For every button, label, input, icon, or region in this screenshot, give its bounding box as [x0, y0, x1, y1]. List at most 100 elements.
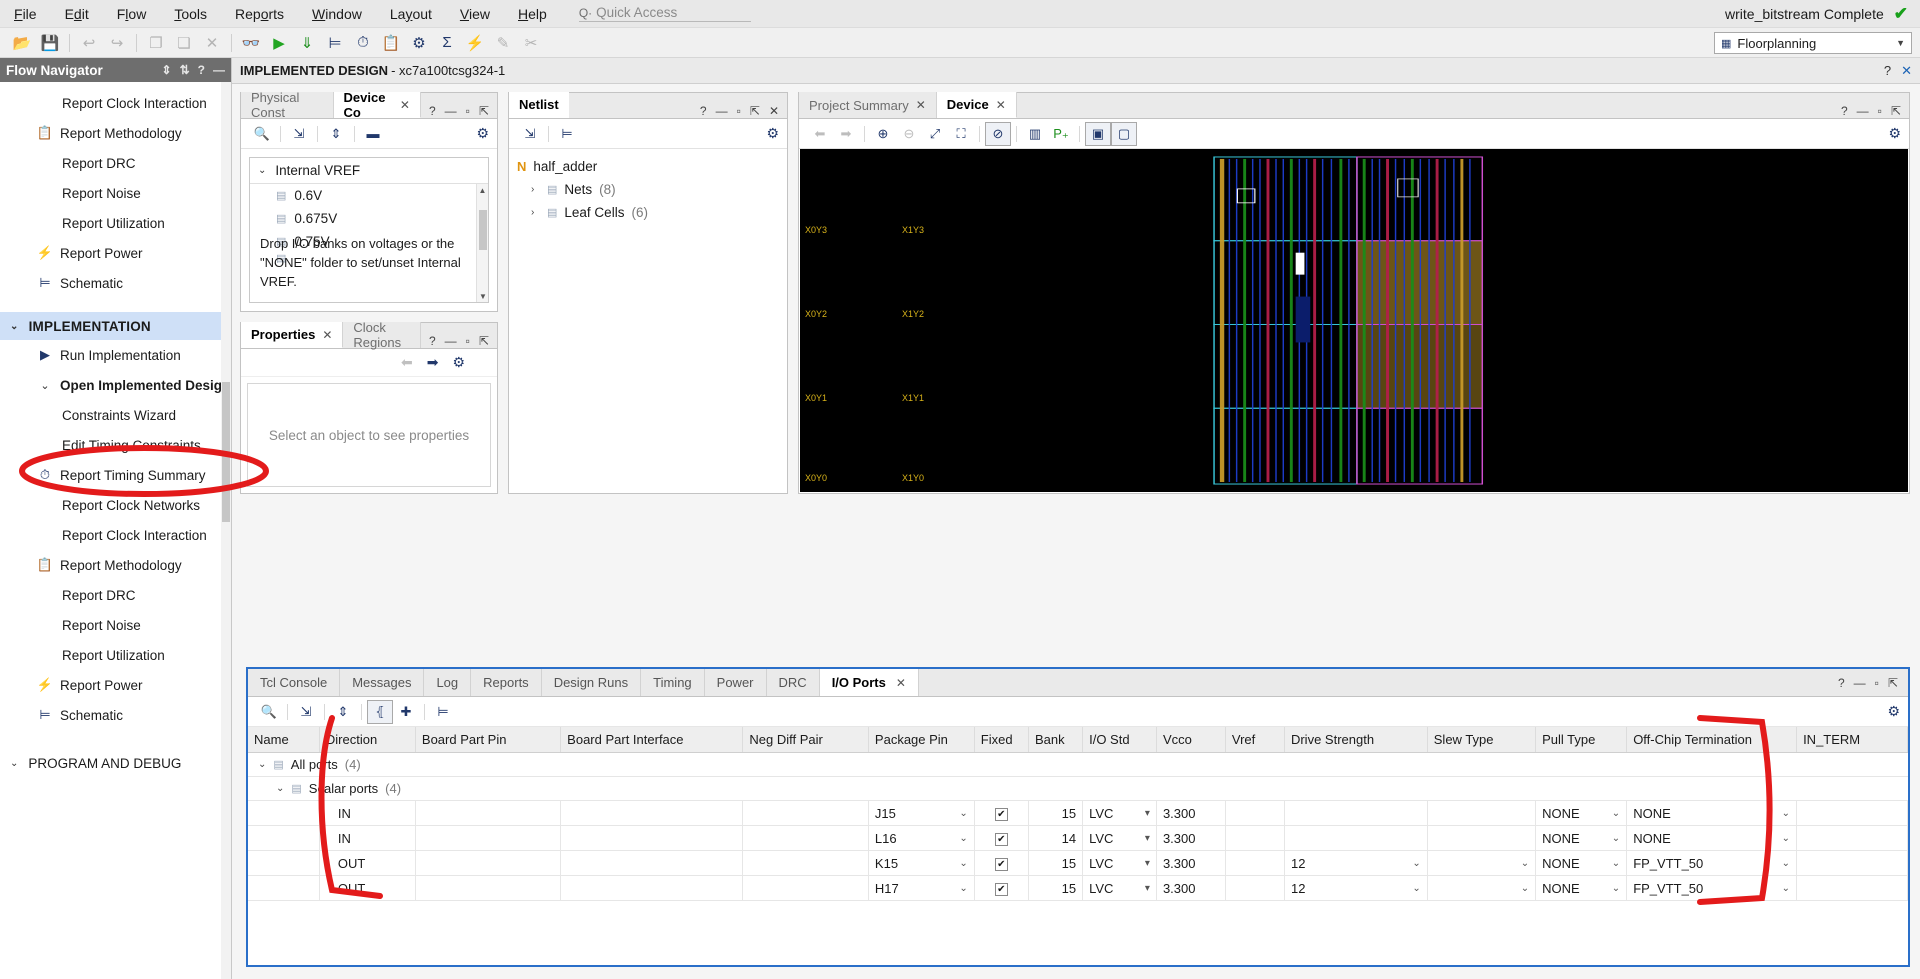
tab-io-ports[interactable]: I/O Ports ✕ — [819, 669, 919, 696]
cell-fixed[interactable]: ✔ — [974, 800, 1029, 826]
sidebar-item-report-timing-summary[interactable]: ⏱ Report Timing Summary — [0, 460, 231, 490]
save-icon[interactable]: 💾 — [36, 30, 64, 56]
float-icon[interactable]: ⇱ — [1891, 104, 1901, 118]
cell-in-term[interactable] — [1796, 875, 1908, 901]
sidebar-item-report-clock-interaction[interactable]: Report Clock Interaction — [0, 88, 231, 118]
mark-icon[interactable]: ▢ — [1111, 121, 1137, 146]
cell-drive-strength[interactable] — [1284, 825, 1428, 851]
netlist-item-leaf-cells[interactable]: › ▤ Leaf Cells (6) — [509, 201, 787, 224]
minimize-icon[interactable]: — — [1857, 104, 1869, 118]
sidebar-item-report-noise[interactable]: Report Noise — [0, 178, 231, 208]
tab-clock-regions[interactable]: Clock Regions — [343, 320, 421, 350]
collapse-all-icon[interactable]: ⇲ — [517, 122, 543, 146]
tree-item-voltage[interactable]: ▤ 0.6V — [250, 184, 488, 207]
sidebar-item-schematic[interactable]: ⊨ Schematic — [0, 268, 231, 298]
tab-device-constraints[interactable]: Device Co ✕ — [333, 90, 421, 120]
cell-pull-type[interactable]: NONE ⌄ — [1535, 850, 1628, 876]
tab-project-summary[interactable]: Project Summary ✕ — [799, 92, 937, 118]
cell-off-chip-termination[interactable]: FP_VTT_50 ⌄ — [1626, 850, 1798, 876]
sidebar-item-report-drc-2[interactable]: Report DRC — [0, 580, 231, 610]
sidebar-section-program-and-debug[interactable]: ⌄ PROGRAM AND DEBUG — [0, 748, 231, 778]
cell-fixed[interactable]: ✔ — [974, 875, 1029, 901]
cell-in-term[interactable] — [1796, 825, 1908, 851]
column-header-board-part-interface[interactable]: Board Part Interface — [560, 727, 744, 753]
expand-icon[interactable]: ⇅ — [180, 63, 190, 77]
tab-device[interactable]: Device ✕ — [936, 92, 1017, 118]
cell-slew-type[interactable] — [1427, 800, 1537, 826]
close-icon[interactable]: ✕ — [896, 676, 906, 690]
maximize-icon[interactable]: ▫ — [1878, 104, 1882, 118]
menu-help[interactable]: Help — [504, 4, 561, 24]
help-icon[interactable]: ? — [1884, 63, 1891, 79]
cell-package-pin[interactable]: L16 ⌄ — [868, 825, 975, 851]
column-header-in-term[interactable]: IN_TERM — [1796, 727, 1908, 753]
scroll-up-icon[interactable]: ▲ — [477, 184, 488, 196]
cell-io-std[interactable]: LVC ▾ — [1082, 850, 1157, 876]
help-icon[interactable]: ? — [1838, 676, 1845, 690]
sidebar-item-report-clock-networks[interactable]: Report Clock Networks — [0, 490, 231, 520]
collapse-all-icon[interactable]: ⇲ — [293, 700, 319, 724]
cell-slew-type[interactable]: ⌄ — [1427, 875, 1537, 901]
settings-icon[interactable]: ⚙ — [405, 30, 433, 56]
group-icon[interactable]: ⦃ — [367, 699, 393, 724]
device-floorplan-canvas[interactable]: X0Y3 X1Y3 X0Y2 X1Y2 X0Y1 X1Y1 X0Y0 X1Y0 — [800, 149, 1908, 492]
cell-board-part-interface[interactable] — [560, 875, 744, 901]
menu-reports[interactable]: Reports — [221, 4, 298, 24]
close-icon[interactable]: ✕ — [769, 104, 779, 118]
checkbox-checked-icon[interactable]: ✔ — [994, 858, 1008, 871]
column-header-bank[interactable]: Bank — [1028, 727, 1084, 753]
sidebar-item-run-implementation[interactable]: ▶ Run Implementation — [0, 340, 231, 370]
add-icon[interactable]: ✚ — [393, 700, 419, 724]
cell-board-part-pin[interactable] — [415, 800, 562, 826]
column-header-board-part-pin[interactable]: Board Part Pin — [415, 727, 562, 753]
close-icon[interactable]: ✕ — [400, 98, 410, 112]
collapse-all-icon[interactable]: ⇲ — [286, 122, 312, 146]
sidebar-item-report-power-2[interactable]: ⚡ Report Power — [0, 670, 231, 700]
cell-package-pin[interactable]: H17 ⌄ — [868, 875, 975, 901]
redo-icon[interactable]: ↪ — [103, 30, 131, 56]
forward-icon[interactable]: ➡ — [833, 122, 859, 146]
tab-power[interactable]: Power — [705, 669, 767, 696]
cell-pull-type[interactable]: NONE ⌄ — [1535, 825, 1628, 851]
zoom-out-icon[interactable]: ⊖ — [896, 122, 922, 146]
expand-all-icon[interactable]: ⇕ — [330, 700, 356, 724]
zoom-in-icon[interactable]: ⊕ — [870, 122, 896, 146]
menu-edit[interactable]: Edit — [51, 4, 103, 24]
cell-board-part-interface[interactable] — [560, 800, 744, 826]
column-header-fixed[interactable]: Fixed — [974, 727, 1029, 753]
close-icon[interactable]: ✕ — [322, 328, 332, 342]
maximize-icon[interactable]: ▫ — [466, 334, 470, 348]
layout-selector[interactable]: ▦ Floorplanning ▼ — [1714, 32, 1912, 54]
cell-package-pin[interactable]: J15 ⌄ — [868, 800, 975, 826]
sidebar-item-edit-timing-constraints[interactable]: Edit Timing Constraints — [0, 430, 231, 460]
cell-pull-type[interactable]: NONE ⌄ — [1535, 800, 1628, 826]
scrollbar-thumb[interactable] — [222, 382, 230, 522]
tab-timing[interactable]: Timing — [641, 669, 705, 696]
zoom-area-icon[interactable]: ⛶ — [948, 122, 974, 146]
power-icon[interactable]: ⚡ — [461, 30, 489, 56]
crosshair-icon[interactable]: ⊘ — [985, 121, 1011, 146]
tree-scrollbar[interactable]: ▲ ▼ — [476, 184, 488, 302]
remove-icon[interactable]: ▬ — [360, 122, 386, 146]
sidebar-item-report-power[interactable]: ⚡ Report Power — [0, 238, 231, 268]
minimize-icon[interactable]: — — [213, 63, 225, 77]
gear-icon[interactable]: ⚙ — [766, 125, 779, 142]
highlight-icon[interactable]: ▣ — [1085, 121, 1111, 146]
delete-icon[interactable]: ✕ — [198, 30, 226, 56]
sidebar-item-schematic-2[interactable]: ⊨ Schematic — [0, 700, 231, 730]
tab-drc[interactable]: DRC — [767, 669, 820, 696]
cell-fixed[interactable]: ✔ — [974, 850, 1029, 876]
table-group-row-all-ports[interactable]: ⌄ ▤ All ports (4) — [248, 752, 1908, 777]
menu-tools[interactable]: Tools — [160, 4, 221, 24]
cell-io-std[interactable]: LVC ▾ — [1082, 875, 1157, 901]
menu-layout[interactable]: Layout — [376, 4, 446, 24]
maximize-icon[interactable]: ▫ — [1875, 676, 1879, 690]
cell-in-term[interactable] — [1796, 800, 1908, 826]
edit-icon[interactable]: ✎ — [489, 30, 517, 56]
open-icon[interactable]: 📂 — [8, 30, 36, 56]
help-icon[interactable]: ? — [1841, 104, 1848, 118]
sidebar-item-report-methodology[interactable]: 📋 Report Methodology — [0, 118, 231, 148]
column-header-pull-type[interactable]: Pull Type — [1535, 727, 1628, 753]
cell-in-term[interactable] — [1796, 850, 1908, 876]
help-icon[interactable]: ? — [198, 63, 205, 77]
